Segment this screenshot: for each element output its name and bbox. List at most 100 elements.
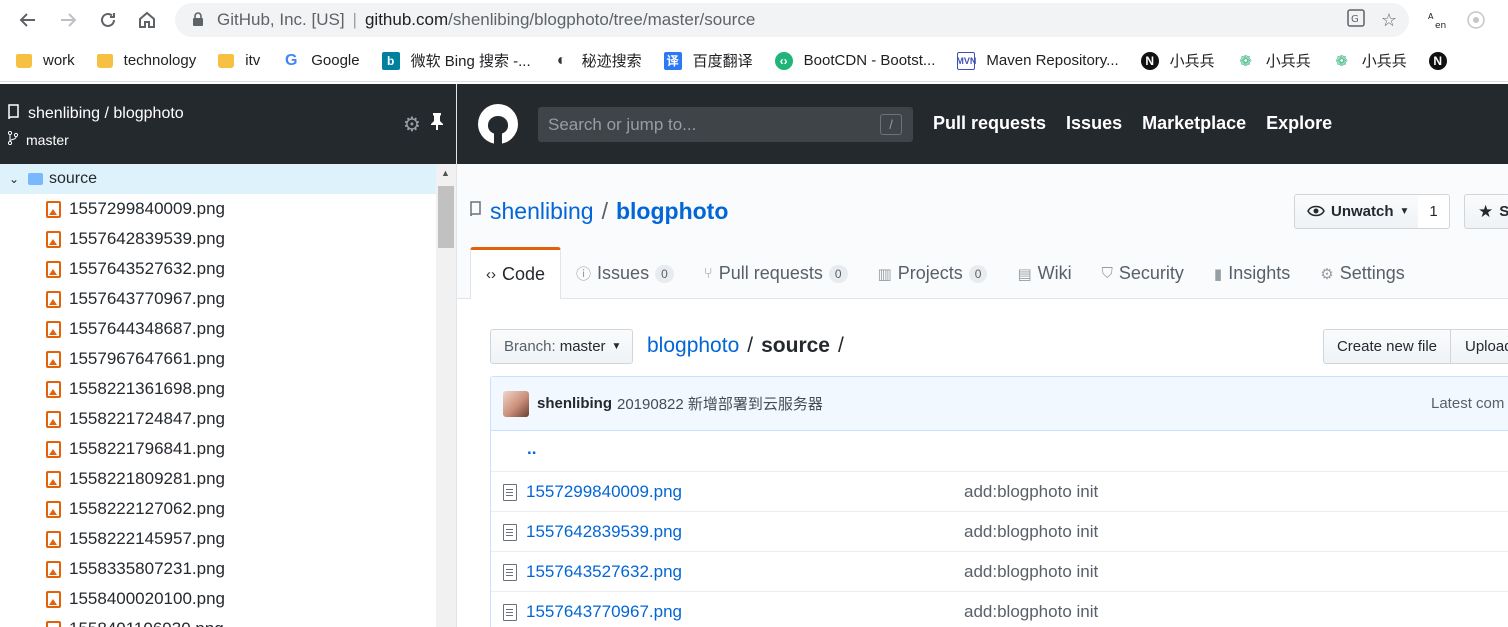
site-identity[interactable]: GitHub, Inc. [US] [217, 10, 345, 30]
file-commit-message[interactable]: add:blogphoto init [964, 562, 1098, 582]
bookmark-xiaobingbing-2[interactable]: ❁ 小兵兵 [1237, 50, 1310, 71]
tree-file-item[interactable]: 1557967647661.png [0, 344, 436, 374]
branch-select-value: master [559, 338, 606, 355]
gear-icon[interactable]: ⚙ [403, 112, 421, 137]
branch-select-button[interactable]: Branch: master ▼ [490, 329, 633, 364]
bookmark-xiaobingbing-1[interactable]: N 小兵兵 [1140, 50, 1215, 71]
tree-file-item[interactable]: 1558221361698.png [0, 374, 436, 404]
commit-message[interactable]: 20190822 新增部署到云服务器 [617, 393, 823, 414]
unwatch-button[interactable]: Unwatch ▼ [1294, 194, 1419, 229]
tab-issues[interactable]: ⓘ Issues 0 [561, 248, 689, 299]
bookmark-star-icon[interactable]: ☆ [1381, 10, 1397, 31]
search-shortcut-key: / [880, 114, 902, 135]
tab-pull-requests[interactable]: ⑂ Pull requests 0 [689, 248, 863, 299]
file-name-link[interactable]: 1557643527632.png [526, 562, 682, 582]
maven-icon: MVN [956, 51, 976, 70]
file-commit-message[interactable]: add:blogphoto init [964, 602, 1098, 622]
repo-owner-link[interactable]: shenlibing [490, 198, 594, 225]
tree-file-item[interactable]: 1557643527632.png [0, 254, 436, 284]
table-row[interactable]: 1557643770967.png add:blogphoto init [491, 591, 1508, 627]
octotree-sidebar: shenlibing / blogphoto master ⚙ ⌄ source… [0, 84, 457, 627]
tree-file-item[interactable]: 1558222145957.png [0, 524, 436, 554]
parent-directory-row[interactable]: .. [491, 431, 1508, 471]
tree-file-item[interactable]: 1558335807231.png [0, 554, 436, 584]
chevron-down-icon[interactable]: ⌄ [0, 172, 28, 186]
table-row[interactable]: 1557299840009.png add:blogphoto init [491, 471, 1508, 511]
tree-folder-source[interactable]: ⌄ source [0, 164, 436, 194]
tree-file-item[interactable]: 1557643770967.png [0, 284, 436, 314]
breadcrumb-repo-link[interactable]: blogphoto [647, 334, 739, 358]
tree-file-item[interactable]: 1558222127062.png [0, 494, 436, 524]
bookmark-mijisou[interactable]: ◐ 秘迹搜索 [553, 50, 642, 71]
folder-icon [218, 53, 235, 68]
tab-label: Pull requests [718, 263, 823, 283]
tree-file-label: 1558400020100.png [69, 589, 225, 608]
nav-marketplace[interactable]: Marketplace [1142, 113, 1246, 134]
branch-icon [7, 130, 19, 148]
repo-name-link[interactable]: blogphoto [616, 198, 728, 225]
table-row[interactable]: 1557643527632.png add:blogphoto init [491, 551, 1508, 591]
notion-icon: N [1428, 51, 1447, 70]
watchers-count[interactable]: 1 [1418, 194, 1450, 229]
parent-directory-link[interactable]: .. [527, 439, 536, 459]
tab-code[interactable]: ‹› Code [470, 247, 562, 299]
address-bar[interactable]: GitHub, Inc. [US] | github.com /shenlibi… [175, 3, 1409, 37]
tree-file-item[interactable]: 1558400020100.png [0, 584, 436, 614]
file-name-link[interactable]: 1557299840009.png [526, 482, 682, 502]
tab-wiki[interactable]: ▤ Wiki [1002, 248, 1086, 299]
file-commit-message[interactable]: add:blogphoto init [964, 482, 1098, 502]
bookmark-label: technology [123, 52, 197, 69]
bookmark-xiaobingbing-3[interactable]: ❁ 小兵兵 [1333, 50, 1406, 71]
nav-pull-requests[interactable]: Pull requests [933, 113, 1046, 134]
tree-file-item[interactable]: 1558221809281.png [0, 464, 436, 494]
file-commit-message[interactable]: add:blogphoto init [964, 522, 1098, 542]
nav-explore[interactable]: Explore [1266, 113, 1332, 134]
tab-settings[interactable]: ⚙ Settings [1305, 248, 1420, 299]
bookmark-google[interactable]: G Google [282, 52, 360, 70]
repo-tabs: ‹› Code ⓘ Issues 0 ⑂ Pull requests 0 ▥ Projects 0 ▤… [470, 247, 1420, 299]
tab-insights[interactable]: ▮ Insights [1199, 248, 1305, 299]
bookmark-bing[interactable]: b 微软 Bing 搜索 -... [381, 50, 531, 71]
tree-file-item[interactable]: 1557644348687.png [0, 314, 436, 344]
latest-commit-label[interactable]: Latest com [1431, 395, 1504, 412]
bookmark-baidu-translate[interactable]: 译 百度翻译 [663, 50, 753, 71]
back-button[interactable] [8, 0, 48, 40]
scrollbar-thumb[interactable] [438, 186, 454, 248]
tree-file-label: 1557644348687.png [69, 319, 225, 338]
repo-title: shenlibing / blogphoto [470, 198, 728, 225]
sidebar-repo-link[interactable]: shenlibing / blogphoto [8, 104, 184, 123]
scroll-up-icon[interactable]: ▲ [441, 168, 450, 178]
reload-button[interactable] [88, 0, 128, 40]
star-button[interactable]: ★ St [1464, 194, 1508, 229]
forward-button[interactable] [48, 0, 88, 40]
translate-extension-icon[interactable]: Aen [1423, 6, 1451, 34]
tab-security[interactable]: ⛉ Security [1087, 248, 1199, 299]
commit-author[interactable]: shenlibing [537, 395, 612, 412]
table-row[interactable]: 1557642839539.png add:blogphoto init [491, 511, 1508, 551]
bookmark-work[interactable]: work [16, 52, 75, 69]
sidebar-scrollbar[interactable]: ▲ [436, 164, 456, 627]
extension-icon[interactable] [1462, 6, 1490, 34]
tree-file-item[interactable]: 1558401106930.png [0, 614, 436, 627]
pin-icon[interactable] [430, 112, 444, 135]
tree-file-item[interactable]: 1557642839539.png [0, 224, 436, 254]
nav-issues[interactable]: Issues [1066, 113, 1122, 134]
file-name-link[interactable]: 1557643770967.png [526, 602, 682, 622]
upload-files-button[interactable]: Upload [1450, 329, 1508, 364]
avatar[interactable] [503, 390, 529, 417]
github-logo-icon[interactable] [478, 104, 518, 144]
tab-projects[interactable]: ▥ Projects 0 [863, 248, 1003, 299]
bookmark-technology[interactable]: technology [96, 52, 197, 69]
search-input[interactable]: Search or jump to... / [538, 107, 913, 142]
tree-file-item[interactable]: 1558221724847.png [0, 404, 436, 434]
create-new-file-button[interactable]: Create new file [1323, 329, 1451, 364]
tree-file-item[interactable]: 1557299840009.png [0, 194, 436, 224]
tree-file-item[interactable]: 1558221796841.png [0, 434, 436, 464]
bookmark-itv[interactable]: itv [218, 52, 260, 69]
bookmark-maven[interactable]: MVN Maven Repository... [956, 51, 1119, 70]
file-name-link[interactable]: 1557642839539.png [526, 522, 682, 542]
bookmark-bootcdn[interactable]: ‹› BootCDN - Bootst... [774, 51, 935, 70]
translate-icon[interactable]: G [1347, 8, 1365, 32]
home-button[interactable] [127, 0, 167, 40]
bookmark-overflow[interactable]: N [1428, 51, 1458, 70]
